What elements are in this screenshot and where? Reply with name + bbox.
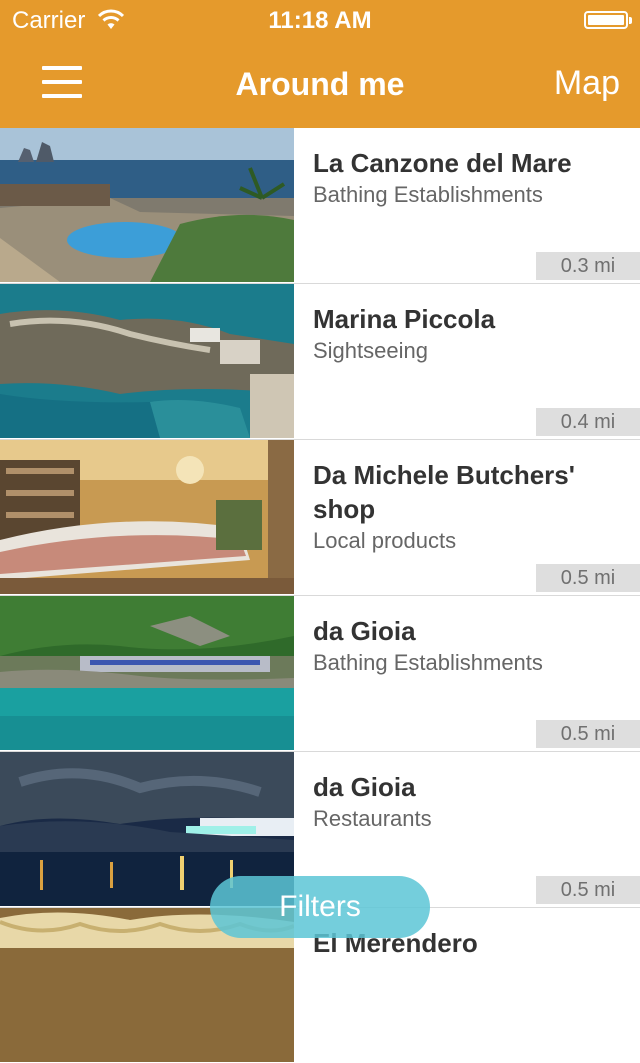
place-name: Marina Piccola	[313, 304, 496, 334]
place-category: Bathing Establishments	[313, 650, 543, 675]
page-title: Around me	[235, 66, 405, 102]
place-photo	[0, 284, 294, 438]
list-item[interactable]: La Canzone del Mare Bathing Establishmen…	[0, 128, 640, 284]
list-item[interactable]: da Gioia Bathing Establishments 0.5 mi	[0, 596, 640, 752]
top-bar: Carrier 11:18 AM Around me Map	[0, 0, 640, 128]
place-name: da Gioia	[313, 616, 416, 646]
place-photo	[0, 596, 294, 750]
distance-badge: 0.4 mi	[536, 408, 640, 436]
distance-badge: 0.3 mi	[536, 252, 640, 280]
status-bar: Carrier 11:18 AM	[0, 0, 640, 40]
place-photo	[0, 440, 294, 594]
place-category: Restaurants	[313, 806, 432, 831]
distance-badge: 0.5 mi	[536, 876, 640, 904]
map-button[interactable]: Map	[554, 64, 620, 103]
place-name: La Canzone del Mare	[313, 148, 572, 178]
list-item[interactable]: Marina Piccola Sightseeing 0.4 mi	[0, 284, 640, 440]
place-name: da Gioia	[313, 772, 416, 802]
place-category: Sightseeing	[313, 338, 428, 363]
place-photo	[0, 128, 294, 282]
place-name: Da Michele Butchers' shop	[313, 460, 575, 524]
distance-badge: 0.5 mi	[536, 720, 640, 748]
place-category: Bathing Establishments	[313, 182, 543, 207]
list-item[interactable]: Da Michele Butchers' shop Local products…	[0, 440, 640, 596]
status-time: 11:18 AM	[268, 7, 372, 34]
distance-badge: 0.5 mi	[536, 564, 640, 592]
place-category: Local products	[313, 528, 457, 553]
filters-button[interactable]: Filters	[210, 876, 430, 938]
battery-icon	[584, 11, 632, 29]
